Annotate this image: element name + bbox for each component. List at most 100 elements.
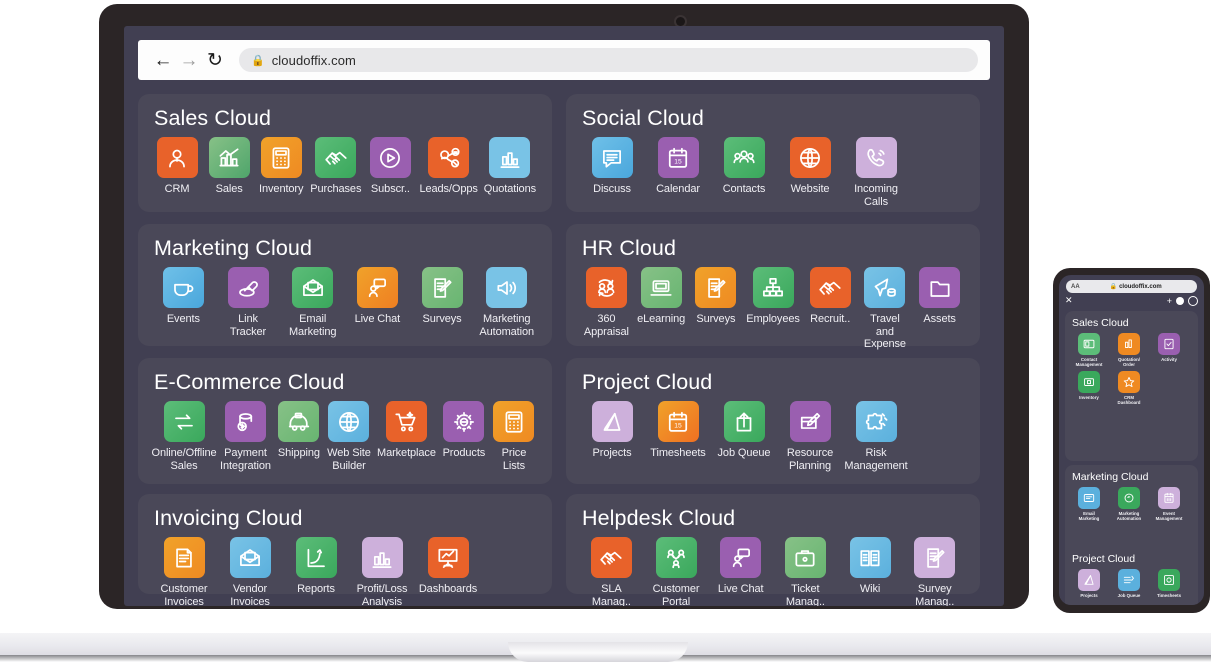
app-tile-label: Shipping [277, 447, 320, 459]
people-group-icon [723, 137, 765, 178]
app-tile-surveys[interactable]: Surveys [692, 267, 741, 326]
app-tile-reports[interactable]: Reports [286, 537, 346, 596]
app-tile-surveys[interactable]: Surveys [413, 267, 472, 326]
open-book-icon [849, 537, 891, 578]
app-tile-website[interactable]: Website [780, 137, 840, 196]
app-tile-row: CRM Sales Inventory Purchases Subscr.. Leads/… [154, 137, 536, 196]
app-tile-incoming-calls[interactable]: Incoming Calls [846, 137, 906, 208]
app-tile-quotations[interactable]: Quotations [484, 137, 536, 196]
mobile-app-tile-projects[interactable]: Projects [1072, 569, 1106, 598]
app-tile-label: Events [166, 313, 200, 325]
app-tile-label: Leads/Opps [419, 183, 478, 195]
trend-up-icon [295, 537, 337, 578]
calculator-icon [260, 137, 302, 178]
app-tile-label: Ticket Manag.. [785, 583, 825, 606]
app-tile-crm[interactable]: CRM [154, 137, 200, 196]
app-tile-risk-management[interactable]: Risk Management [844, 401, 908, 472]
mobile-app-tile-job-queue[interactable]: Job Queue [1112, 569, 1146, 598]
mobile-app-tile-marketing-automation[interactable]: Marketing Automation [1112, 487, 1146, 521]
cloud-card-title: Social Cloud [582, 106, 704, 130]
app-tile-purchases[interactable]: Purchases [310, 137, 361, 196]
survey-pencil-icon [695, 267, 737, 308]
live-chat-icon [720, 537, 762, 578]
app-tile-marketing-automation[interactable]: Marketing Automation [477, 267, 536, 338]
app-tile-label: Timesheets [650, 447, 706, 459]
mobile-app-tile-quotation-order[interactable]: Quotation/Order [1112, 333, 1146, 367]
app-tile-calendar[interactable]: 15 Calendar [648, 137, 708, 196]
user-badge-icon [156, 137, 198, 178]
mobile-app-tile-contact-management[interactable]: Contact Management [1072, 333, 1106, 367]
app-tile-sla-manag[interactable]: SLA Manag.. [582, 537, 641, 606]
app-tile-resource-planning[interactable]: Resource Planning [780, 401, 840, 472]
lock-icon: 🔒 [251, 54, 265, 67]
app-tile-job-queue[interactable]: Job Queue [714, 401, 774, 460]
app-tile-contacts[interactable]: Contacts [714, 137, 774, 196]
app-tile-360-appraisal[interactable]: 360 Appraisal [582, 267, 631, 338]
briefcase-icon [784, 537, 826, 578]
back-arrow-icon[interactable]: ← [150, 47, 176, 73]
app-tile-row: Discuss 15 Calendar Contacts Website Incoming… [582, 137, 964, 208]
app-tile-label: Customer Invoices [160, 583, 208, 606]
shield-icon[interactable] [1176, 296, 1184, 305]
mobile-app-tile-crm-dashboard[interactable]: CRM Dashboard [1112, 371, 1146, 405]
screenshot-stage: ← → ↻ 🔒 cloudoffix.com Sales Cloud CRM Sal… [0, 0, 1211, 662]
mobile-app-tile-event-management[interactable]: Event Management [1152, 487, 1186, 521]
app-tile-vendor-invoices[interactable]: Vendor Invoices [220, 537, 280, 606]
app-tile-assets[interactable]: Assets [915, 267, 964, 326]
reload-icon[interactable]: ↻ [202, 47, 228, 73]
app-tile-profit-loss-analysis[interactable]: Profit/Loss Analysis [352, 537, 412, 606]
app-tile-inventory[interactable]: Inventory [258, 137, 304, 196]
app-tile-shipping[interactable]: Shipping [277, 401, 321, 460]
star-icon [1118, 371, 1140, 393]
mobile-app-tile-email-marketing[interactable]: Email Marketing [1072, 487, 1106, 521]
app-tile-customer-invoices[interactable]: Customer Invoices [154, 537, 214, 606]
app-tile-elearning[interactable]: eLearning [637, 267, 686, 326]
app-tile-online-offline-sales[interactable]: Online/Offline Sales [151, 401, 217, 472]
app-tile-sales[interactable]: Sales [206, 137, 252, 196]
cloud-grid: Sales Cloud CRM Sales Inventory Purchases Sub… [138, 94, 990, 606]
app-tile-email-marketing[interactable]: Email Marketing [283, 267, 342, 338]
app-tile-ticket-manag[interactable]: Ticket Manag.. [776, 537, 835, 606]
cloud-card-title: Project Cloud [582, 370, 713, 394]
mobile-app-label: Timesheets [1156, 593, 1182, 598]
app-tile-recruit[interactable]: Recruit.. [806, 267, 855, 326]
app-tile-price-lists[interactable]: Price Lists [492, 401, 536, 472]
app-tile-employees[interactable]: Employees [746, 267, 800, 326]
app-tile-web-site-builder[interactable]: Web Site Builder [327, 401, 371, 472]
app-tile-survey-manag[interactable]: Survey Manag.. [905, 537, 964, 606]
app-tile-link-tracker[interactable]: Link Tracker [219, 267, 278, 338]
close-icon[interactable]: ✕ [1065, 296, 1073, 305]
phone-incoming-icon [855, 137, 897, 178]
circle-icon[interactable] [1188, 295, 1198, 306]
bar-chart-up-icon [208, 137, 250, 178]
address-bar[interactable]: 🔒 cloudoffix.com [239, 48, 978, 72]
org-chart-icon [752, 267, 794, 308]
mobile-address-bar[interactable]: AA 🔒 cloudoffix.com [1066, 280, 1197, 293]
app-tile-travel-and-expense[interactable]: Travel and Expense [861, 267, 910, 351]
app-tile-payment-integration[interactable]: Payment Integration [220, 401, 271, 472]
monitor-screen: ← → ↻ 🔒 cloudoffix.com Sales Cloud CRM Sal… [124, 26, 1004, 606]
mobile-app-tile-timesheets[interactable]: Timesheets [1152, 569, 1186, 598]
app-tile-customer-portal[interactable]: Customer Portal [647, 537, 706, 606]
app-tile-marketplace[interactable]: Marketplace [377, 401, 436, 460]
app-tile-label: Customer Portal [652, 583, 700, 606]
app-tile-label: Payment Integration [220, 447, 271, 472]
mobile-app-tile-inventory[interactable]: Inventory [1072, 371, 1106, 405]
text-size-icon[interactable]: AA [1071, 284, 1080, 290]
plus-icon[interactable]: + [1167, 296, 1172, 306]
app-tile-live-chat[interactable]: Live Chat [348, 267, 407, 326]
app-tile-events[interactable]: Events [154, 267, 213, 326]
calculator-icon [493, 401, 535, 442]
app-tile-subscr[interactable]: Subscr.. [367, 137, 413, 196]
app-tile-projects[interactable]: Projects [582, 401, 642, 460]
app-tile-discuss[interactable]: Discuss [582, 137, 642, 196]
app-tile-wiki[interactable]: Wiki [841, 537, 900, 596]
app-tile-dashboards[interactable]: Dashboards [418, 537, 478, 596]
app-tile-label: Travel and Expense [863, 313, 906, 350]
forward-arrow-icon[interactable]: → [176, 47, 202, 73]
app-tile-live-chat[interactable]: Live Chat [711, 537, 770, 596]
app-tile-leads-opps[interactable]: Leads/Opps [419, 137, 478, 196]
app-tile-products[interactable]: Products [442, 401, 486, 460]
mobile-app-tile-activity[interactable]: Activity [1152, 333, 1186, 367]
app-tile-timesheets[interactable]: 15 Timesheets [648, 401, 708, 460]
